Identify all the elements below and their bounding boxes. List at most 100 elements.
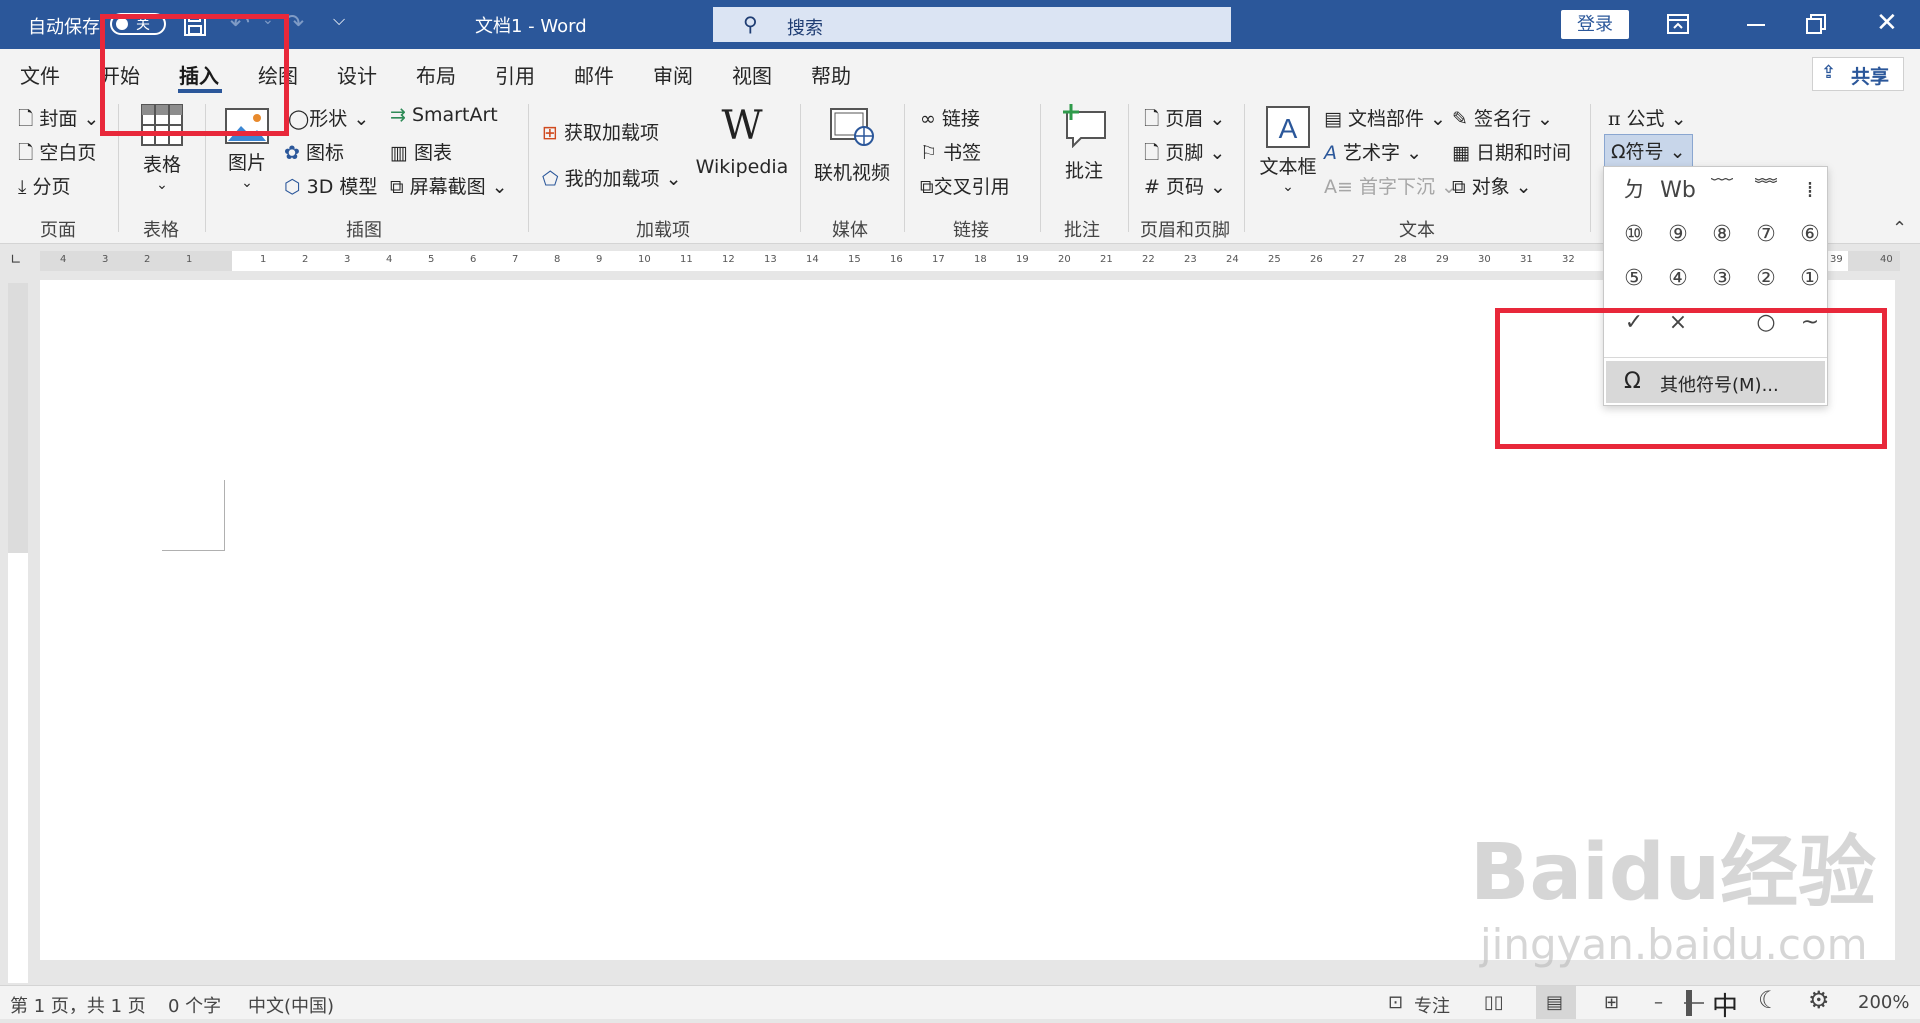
tab-design[interactable]: 设计 xyxy=(337,60,377,89)
symbol-cell[interactable]: ㄉ xyxy=(1612,169,1656,213)
symbol-cell[interactable]: ⑧ xyxy=(1700,213,1744,257)
ruler-number: 26 xyxy=(1310,254,1323,265)
zoom-slider-thumb[interactable] xyxy=(1686,990,1692,1016)
symbol-cell[interactable]: ﹌ xyxy=(1744,169,1788,213)
textbox-button[interactable]: A 文本框 ⌄ xyxy=(1258,106,1318,195)
symbol-cell[interactable]: ③ xyxy=(1700,257,1744,301)
icons-button[interactable]: ✿ 图标 xyxy=(284,138,344,165)
page-break-button[interactable]: ⤓ 分页 xyxy=(18,172,70,199)
tab-layout[interactable]: 布局 xyxy=(416,60,456,89)
group-addins-label: 加载项 xyxy=(636,220,690,241)
ime-mode[interactable]: 中 xyxy=(1712,986,1738,1023)
ruler-number: 9 xyxy=(596,254,603,265)
comment-button[interactable]: 批注 xyxy=(1056,104,1112,183)
ruler-number: 23 xyxy=(1184,254,1197,265)
tab-selector-icon[interactable]: ∟ xyxy=(10,252,22,268)
tab-mailings[interactable]: 邮件 xyxy=(574,60,614,89)
vertical-ruler-bar[interactable] xyxy=(8,283,28,983)
symbol-cell[interactable]: ⑥ xyxy=(1788,213,1832,257)
cross-reference-button[interactable]: ⧉交叉引用 xyxy=(920,172,1010,199)
tab-references[interactable]: 引用 xyxy=(495,60,535,89)
ruler-number: 28 xyxy=(1394,254,1407,265)
my-addins-button[interactable]: ⬠ 我的加载项 ⌄ xyxy=(542,164,682,191)
vertical-ruler-margin xyxy=(8,283,28,553)
tab-help[interactable]: 帮助 xyxy=(811,60,851,89)
share-icon: ⇪ xyxy=(1821,62,1837,83)
symbol-cell[interactable]: ⑦ xyxy=(1744,213,1788,257)
symbol-cell[interactable]: ﹋ xyxy=(1700,169,1744,213)
drop-cap-button[interactable]: A≡ 首字下沉 ⌄ xyxy=(1324,172,1457,199)
ruler-number: 22 xyxy=(1142,254,1155,265)
gear-icon[interactable]: ⚙ xyxy=(1808,986,1830,1014)
signature-line-button[interactable]: ✎ 签名行 ⌄ xyxy=(1452,104,1553,131)
focus-label[interactable]: 专注 xyxy=(1414,992,1450,1018)
footer-button[interactable]: 🗋 页脚 ⌄ xyxy=(1144,138,1225,171)
online-video-button[interactable]: 联机视频 xyxy=(812,108,892,185)
symbol-cell[interactable]: ⁞ xyxy=(1788,169,1832,213)
ribbon-display-options-icon[interactable] xyxy=(1667,14,1689,34)
share-button[interactable]: ⇪ 共享 xyxy=(1812,57,1904,91)
word-count[interactable]: 0 个字 xyxy=(168,992,221,1018)
customize-quick-access-icon[interactable]: ⌵ xyxy=(333,10,345,30)
chart-button[interactable]: ▥ 图表 xyxy=(390,138,452,165)
tab-file[interactable]: 文件 xyxy=(20,60,60,89)
ruler-number: 16 xyxy=(890,254,903,265)
search-box[interactable]: ⚲ 搜索 xyxy=(713,7,1231,42)
page-number-button[interactable]: # 页码 ⌄ xyxy=(1144,172,1226,199)
link-button[interactable]: ∞ 链接 xyxy=(920,104,980,131)
bookmark-button[interactable]: ⚐ 书签 xyxy=(920,138,981,165)
shapes-button[interactable]: ◯形状 ⌄ xyxy=(288,104,369,131)
page-count[interactable]: 第 1 页，共 1 页 xyxy=(10,992,146,1018)
quick-parts-button[interactable]: ▤ 文档部件 ⌄ xyxy=(1324,104,1446,131)
highlight-box-insert-tab xyxy=(100,14,289,136)
login-button[interactable]: 登录 xyxy=(1561,10,1629,39)
get-addins-button[interactable]: ⊞ 获取加载项 xyxy=(542,118,659,145)
blank-page-button[interactable]: 🗋 空白页 xyxy=(18,138,96,171)
minimize-icon[interactable] xyxy=(1747,24,1765,26)
zoom-out-icon[interactable]: – xyxy=(1654,992,1663,1013)
symbol-cell[interactable]: ④ xyxy=(1656,257,1700,301)
cube-icon: ⬡ xyxy=(284,176,301,198)
symbol-cell[interactable]: Wb xyxy=(1656,169,1700,213)
smartart-button[interactable]: ⇉ SmartArt xyxy=(390,104,498,126)
print-layout-icon[interactable]: ▤ xyxy=(1546,992,1563,1013)
focus-icon[interactable]: ⊡ xyxy=(1388,992,1403,1013)
collapse-ribbon-icon[interactable]: ⌃ xyxy=(1892,218,1907,239)
ruler-number: 13 xyxy=(764,254,777,265)
language[interactable]: 中文(中国) xyxy=(248,992,334,1018)
equation-button[interactable]: π 公式 ⌄ xyxy=(1608,104,1687,131)
symbol-cell[interactable]: ① xyxy=(1788,257,1832,301)
cover-page-button[interactable]: 🗋 封面 ⌄ xyxy=(18,104,99,137)
date-time-button[interactable]: ▦ 日期和时间 xyxy=(1452,138,1571,165)
tab-view[interactable]: 视图 xyxy=(732,60,772,89)
symbol-cell[interactable]: ⑩ xyxy=(1612,213,1656,257)
search-placeholder: 搜索 xyxy=(787,18,823,39)
restore-icon[interactable] xyxy=(1806,14,1826,34)
footer-label: 页脚 xyxy=(1165,142,1204,164)
tab-review[interactable]: 审阅 xyxy=(653,60,693,89)
header-button[interactable]: 🗋 页眉 ⌄ xyxy=(1144,104,1225,137)
screenshot-button[interactable]: ⧉ 屏幕截图 ⌄ xyxy=(390,172,508,199)
ruler-number: 7 xyxy=(512,254,519,265)
symbol-cell[interactable]: ② xyxy=(1744,257,1788,301)
zoom-level[interactable]: 200% xyxy=(1858,992,1909,1013)
object-label: 对象 xyxy=(1471,176,1510,198)
wikipedia-button[interactable]: W Wikipedia xyxy=(694,106,790,178)
status-bar: 第 1 页，共 1 页 0 个字 中文(中国) ⊡ 专注 ▯▯ ▤ ⊞ – 中 … xyxy=(0,985,1920,1022)
object-button[interactable]: ⧉ 对象 ⌄ xyxy=(1452,172,1532,199)
symbol-cell[interactable]: ⑤ xyxy=(1612,257,1656,301)
video-icon xyxy=(830,108,874,146)
shapes-label: 形状 xyxy=(309,108,348,130)
moon-icon[interactable]: ☾ xyxy=(1758,986,1780,1014)
close-icon[interactable]: ✕ xyxy=(1876,8,1898,38)
web-layout-icon[interactable]: ⊞ xyxy=(1604,992,1619,1013)
read-mode-icon[interactable]: ▯▯ xyxy=(1484,992,1504,1013)
symbol-cell[interactable]: ⑨ xyxy=(1656,213,1700,257)
symbol-button[interactable]: Ω符号 ⌄ xyxy=(1604,134,1693,167)
signature-icon: ✎ xyxy=(1452,108,1468,130)
group-separator xyxy=(1128,104,1129,232)
3d-models-button[interactable]: ⬡ 3D 模型 xyxy=(284,172,377,199)
margin-corner-mark xyxy=(162,480,225,551)
link-icon: ∞ xyxy=(920,108,936,130)
wordart-button[interactable]: A 艺术字 ⌄ xyxy=(1324,138,1422,165)
